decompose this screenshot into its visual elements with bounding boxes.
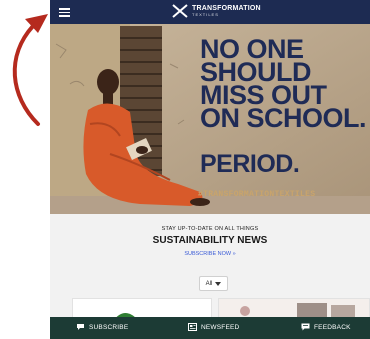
- feedback-label: FEEDBACK: [314, 323, 351, 331]
- hero-period: PERIOD.: [200, 150, 300, 178]
- newsfeed-button[interactable]: NEWSFEED: [188, 323, 239, 331]
- logo-subtitle: TEXTILES: [192, 12, 219, 17]
- comment-icon: [301, 323, 310, 331]
- hero-hashtag: #TRANSFORMATIONTEXTILES: [198, 190, 316, 199]
- hero-banner[interactable]: NO ONE SHOULD MISS OUT ON SCHOOL. PERIOD…: [50, 24, 370, 214]
- logo-title: TRANSFORMATION: [192, 5, 261, 12]
- news-signup-section: STAY UP-TO-DATE ON ALL THINGS SUSTAINABI…: [50, 214, 370, 257]
- phone-screen: TRANSFORMATION TEXTILES NO ONE SHOULD MI…: [50, 0, 370, 339]
- top-navigation-bar: TRANSFORMATION TEXTILES: [50, 0, 370, 24]
- headline-line: ON SCHOOL.: [200, 103, 367, 133]
- chat-icon: [77, 324, 84, 330]
- logo-icon: [172, 4, 188, 18]
- filter-selected-value: All: [205, 280, 213, 287]
- newspaper-icon: [188, 323, 197, 331]
- news-kicker: STAY UP-TO-DATE ON ALL THINGS: [161, 226, 259, 232]
- brand-logo[interactable]: TRANSFORMATION TEXTILES: [172, 4, 261, 18]
- chevron-down-icon: [215, 281, 222, 286]
- hero-headline: NO ONE SHOULD MISS OUT ON SCHOOL.: [200, 36, 367, 133]
- subscribe-now-link[interactable]: SUBSCRIBE NOW »: [50, 251, 370, 257]
- category-filter-dropdown[interactable]: All: [199, 276, 228, 291]
- menu-icon[interactable]: [59, 8, 70, 17]
- subscribe-button[interactable]: SUBSCRIBE: [76, 323, 128, 331]
- bottom-action-bar: SUBSCRIBE NEWSFEED FEEDBACK: [50, 317, 370, 339]
- news-title: SUSTAINABILITY NEWS: [152, 235, 268, 246]
- feedback-button[interactable]: FEEDBACK: [301, 323, 351, 331]
- subscribe-label: SUBSCRIBE: [89, 323, 129, 331]
- newsfeed-label: NEWSFEED: [201, 323, 240, 331]
